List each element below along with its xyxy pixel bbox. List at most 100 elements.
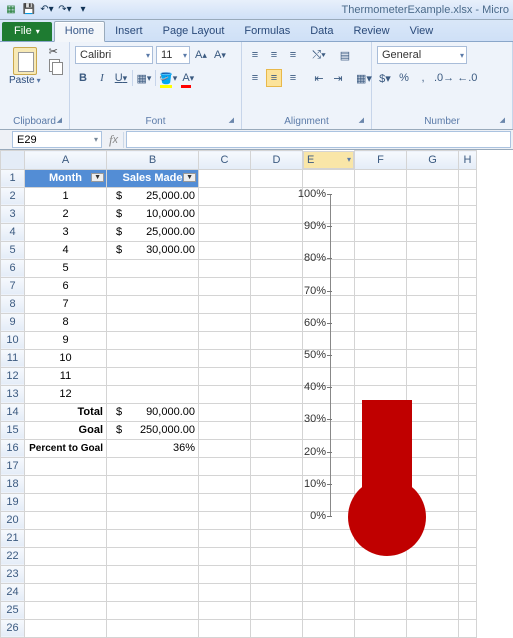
row-header[interactable]: 16 xyxy=(1,439,25,457)
row-header[interactable]: 10 xyxy=(1,331,25,349)
row-header[interactable]: 26 xyxy=(1,619,25,637)
cell[interactable] xyxy=(107,367,199,385)
row-header[interactable]: 17 xyxy=(1,457,25,475)
table-header-month[interactable]: Month xyxy=(25,169,107,187)
select-all-corner[interactable] xyxy=(1,151,25,170)
row-header[interactable]: 5 xyxy=(1,241,25,259)
underline-button[interactable]: U▾ xyxy=(113,69,129,87)
cell[interactable]: 2 xyxy=(25,205,107,223)
tab-view[interactable]: View xyxy=(400,22,444,41)
row-header[interactable]: 22 xyxy=(1,547,25,565)
row-header[interactable]: 25 xyxy=(1,601,25,619)
increase-indent-icon[interactable]: ⇥ xyxy=(330,69,346,87)
cell[interactable]: 1 xyxy=(25,187,107,205)
align-center-icon[interactable]: ≡ xyxy=(266,69,282,87)
row-header[interactable]: 13 xyxy=(1,385,25,403)
font-color-button[interactable]: A▾ xyxy=(180,69,196,87)
fill-color-button[interactable]: 🪣▾ xyxy=(159,69,177,87)
paste-button[interactable]: Paste xyxy=(5,45,45,88)
row-header[interactable]: 24 xyxy=(1,583,25,601)
row-header[interactable]: 9 xyxy=(1,313,25,331)
row-header[interactable]: 7 xyxy=(1,277,25,295)
cell-pct-value[interactable]: 36% xyxy=(107,439,199,457)
cell[interactable]: 5 xyxy=(25,259,107,277)
cell[interactable]: 30,000.00 xyxy=(107,241,199,259)
number-format-select[interactable]: General xyxy=(377,46,467,64)
col-header-e[interactable]: E xyxy=(303,151,354,169)
row-header[interactable]: 20 xyxy=(1,511,25,529)
tab-page-layout[interactable]: Page Layout xyxy=(153,22,235,41)
cell[interactable] xyxy=(107,385,199,403)
cell[interactable]: 8 xyxy=(25,313,107,331)
save-icon[interactable]: 💾 xyxy=(22,3,36,17)
cell[interactable]: 7 xyxy=(25,295,107,313)
cell[interactable]: 25,000.00 xyxy=(107,187,199,205)
undo-icon[interactable]: ↶▾ xyxy=(40,3,54,17)
cell[interactable] xyxy=(107,349,199,367)
cell[interactable]: 25,000.00 xyxy=(107,223,199,241)
increase-decimal-icon[interactable]: .0→ xyxy=(434,69,454,87)
table-header-sales[interactable]: Sales Made xyxy=(107,169,199,187)
cell[interactable]: 9 xyxy=(25,331,107,349)
row-header[interactable]: 11 xyxy=(1,349,25,367)
cell[interactable] xyxy=(107,331,199,349)
align-left-icon[interactable]: ≡ xyxy=(247,69,263,87)
currency-icon[interactable]: $▾ xyxy=(377,69,393,87)
merge-center-icon[interactable]: ▦▾ xyxy=(356,69,372,87)
shrink-font-icon[interactable]: A▾ xyxy=(212,46,228,64)
formula-input[interactable] xyxy=(126,131,511,148)
col-header-g[interactable]: G xyxy=(407,151,459,170)
row-header[interactable]: 4 xyxy=(1,223,25,241)
row-header[interactable]: 21 xyxy=(1,529,25,547)
font-size-select[interactable]: 11 xyxy=(156,46,190,64)
col-header-c[interactable]: C xyxy=(199,151,251,170)
tab-review[interactable]: Review xyxy=(343,22,399,41)
col-header-h[interactable]: H xyxy=(459,151,477,170)
italic-button[interactable]: I xyxy=(94,69,110,87)
decrease-decimal-icon[interactable]: ←.0 xyxy=(457,69,477,87)
cell-goal-value[interactable]: 250,000.00 xyxy=(107,421,199,439)
align-right-icon[interactable]: ≡ xyxy=(285,69,301,87)
thermometer-chart[interactable]: 0%10%20%30%40%50%60%70%80%90%100% xyxy=(272,194,452,574)
tab-home[interactable]: Home xyxy=(54,21,105,42)
cell[interactable]: 10 xyxy=(25,349,107,367)
row-header[interactable]: 6 xyxy=(1,259,25,277)
cell[interactable]: 6 xyxy=(25,277,107,295)
cell[interactable] xyxy=(107,277,199,295)
cell-total-value[interactable]: 90,000.00 xyxy=(107,403,199,421)
align-top-icon[interactable]: ≡ xyxy=(247,46,263,64)
bold-button[interactable]: B xyxy=(75,69,91,87)
row-header[interactable]: 1 xyxy=(1,169,25,187)
col-header-a[interactable]: A xyxy=(25,151,107,170)
cell[interactable]: 11 xyxy=(25,367,107,385)
cell[interactable]: 10,000.00 xyxy=(107,205,199,223)
align-middle-icon[interactable]: ≡ xyxy=(266,46,282,64)
decrease-indent-icon[interactable]: ⇤ xyxy=(311,69,327,87)
row-header[interactable]: 12 xyxy=(1,367,25,385)
cell-goal-label[interactable]: Goal xyxy=(25,421,107,439)
col-header-b[interactable]: B xyxy=(107,151,199,170)
cell[interactable]: 12 xyxy=(25,385,107,403)
orientation-icon[interactable]: ⤭▾ xyxy=(311,46,327,64)
cell[interactable]: 4 xyxy=(25,241,107,259)
tab-insert[interactable]: Insert xyxy=(105,22,153,41)
cell-pct-label[interactable]: Percent to Goal xyxy=(25,439,107,457)
name-box[interactable]: E29 xyxy=(12,131,102,148)
font-name-select[interactable]: Calibri xyxy=(75,46,153,64)
cut-icon[interactable]: ✂ xyxy=(49,45,58,58)
cell[interactable]: 3 xyxy=(25,223,107,241)
cell[interactable] xyxy=(107,313,199,331)
qat-customize-icon[interactable]: ▾ xyxy=(76,3,90,17)
row-header[interactable]: 2 xyxy=(1,187,25,205)
row-header[interactable]: 14 xyxy=(1,403,25,421)
tab-data[interactable]: Data xyxy=(300,22,343,41)
cell-total-label[interactable]: Total xyxy=(25,403,107,421)
row-header[interactable]: 8 xyxy=(1,295,25,313)
border-button[interactable]: ▦▾ xyxy=(136,69,152,87)
row-header[interactable]: 23 xyxy=(1,565,25,583)
col-header-d[interactable]: D xyxy=(251,151,303,170)
redo-icon[interactable]: ↷▾ xyxy=(58,3,72,17)
row-header[interactable]: 3 xyxy=(1,205,25,223)
tab-formulas[interactable]: Formulas xyxy=(234,22,300,41)
cell[interactable] xyxy=(107,259,199,277)
